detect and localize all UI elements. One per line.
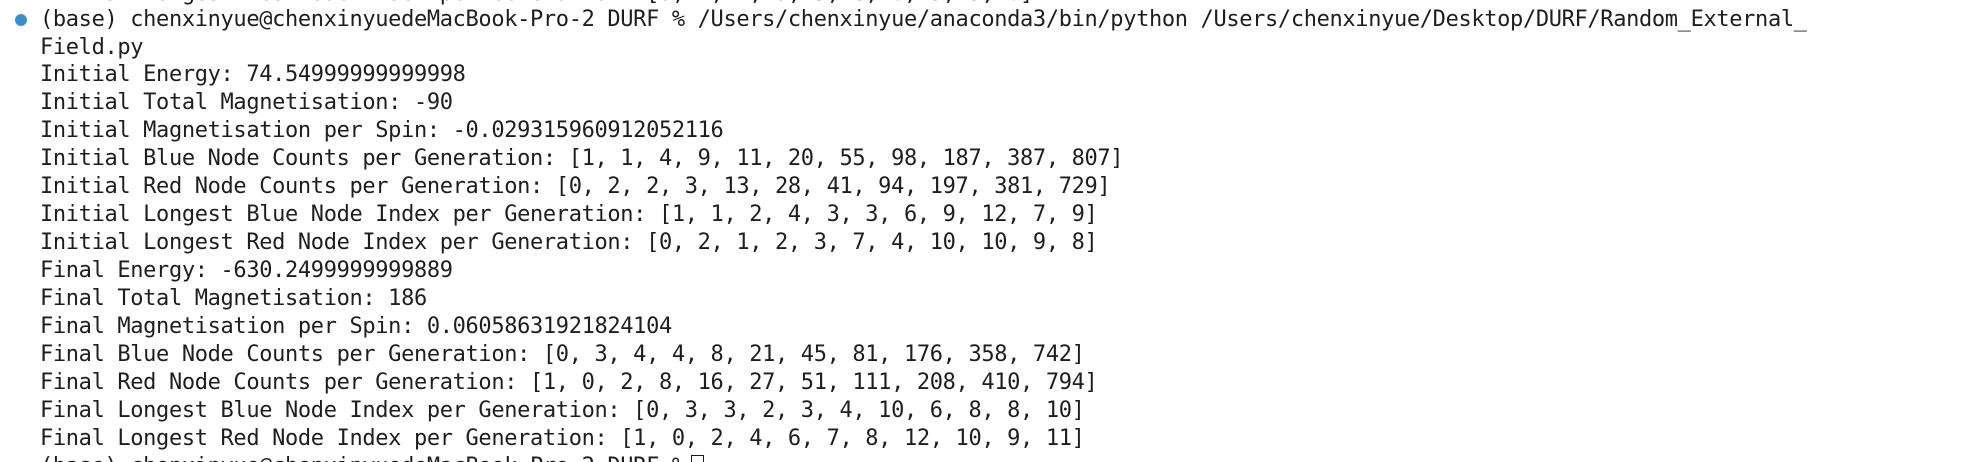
output-line: Final Energy: -630.2499999999889 [40,258,453,283]
output-line: Final Magnetisation per Spin: 0.06058631… [40,314,672,339]
output-line: Initial Longest Blue Node Index per Gene… [40,202,1098,227]
terminal-output[interactable]: Initial Longest Red Node Index per Gener… [0,0,1980,462]
output-line: Final Longest Blue Node Index per Genera… [40,398,1085,423]
output-line: Initial Total Magnetisation: -90 [40,90,453,115]
output-line: Initial Magnetisation per Spin: -0.02931… [40,118,724,143]
next-prompt-text: (base) chenxinyue@chenxinyuedeMacBook-Pr… [40,454,685,462]
output-line: Final Red Node Counts per Generation: [1… [40,370,1098,395]
output-line: Initial Blue Node Counts per Generation:… [40,146,1124,171]
output-line: Final Blue Node Counts per Generation: [… [40,342,1085,367]
command-success-indicator-icon [15,14,27,26]
output-line: Initial Red Node Counts per Generation: … [40,174,1111,199]
output-line: Initial Energy: 74.54999999999998 [40,62,466,87]
output-line: Final Longest Red Node Index per Generat… [40,426,1085,451]
output-line: Initial Longest Red Node Index per Gener… [40,230,1098,255]
next-prompt-line[interactable]: (base) chenxinyue@chenxinyuedeMacBook-Pr… [40,453,704,462]
text-cursor [690,455,704,462]
command-prompt-line: (base) chenxinyue@chenxinyuedeMacBook-Pr… [40,7,1807,32]
output-line: Final Total Magnetisation: 186 [40,286,427,311]
command-prompt-wrap: Field.py [40,35,144,60]
